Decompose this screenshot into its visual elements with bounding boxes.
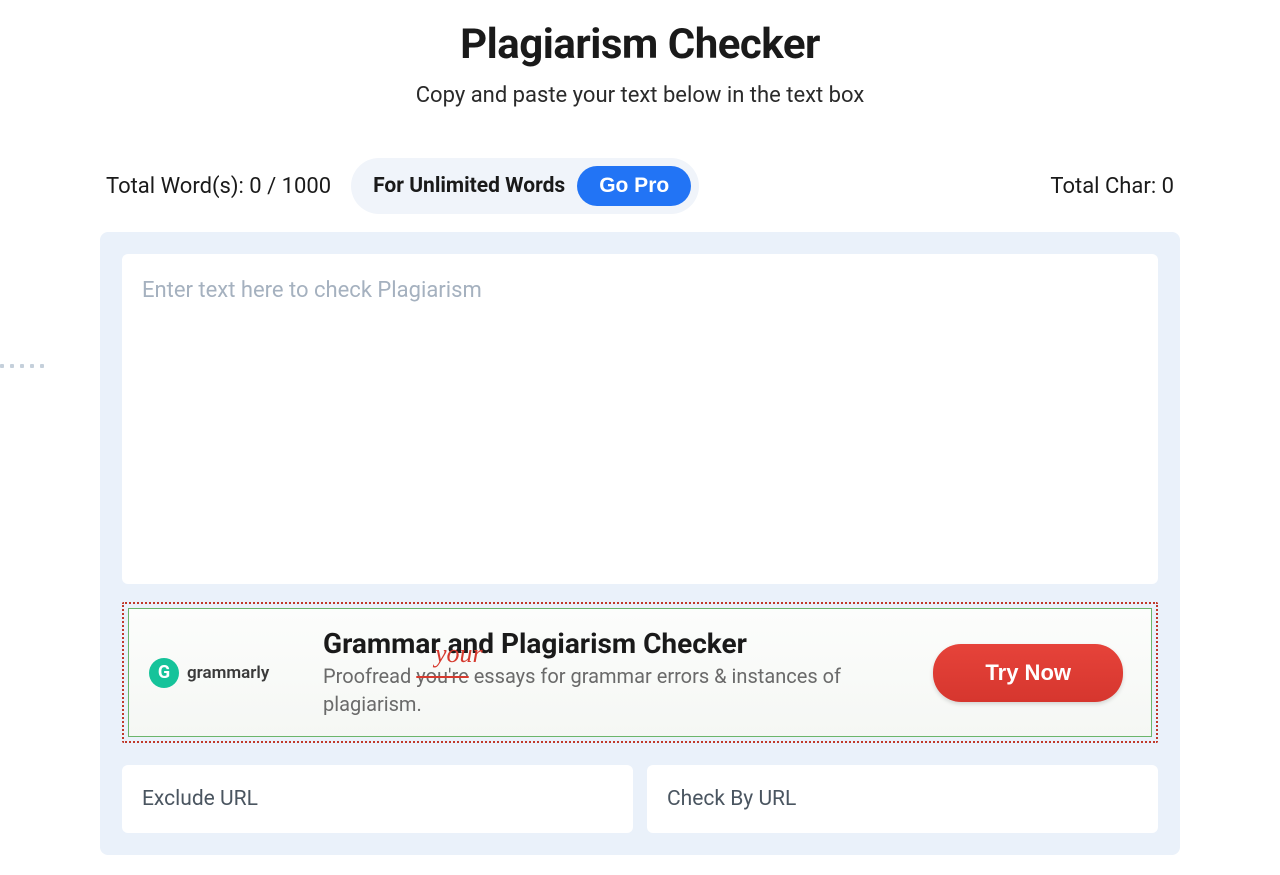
plagiarism-input[interactable]	[122, 254, 1158, 584]
ad-wrapper: G grammarly Grammar and Plagiarism Check…	[122, 602, 1158, 743]
ad-description: your Proofread you're essays for grammar…	[323, 662, 909, 718]
url-input-row	[122, 765, 1158, 833]
ad-desc-prefix: Proofread	[323, 664, 416, 688]
header-section: Plagiarism Checker Copy and paste your t…	[100, 20, 1180, 108]
ad-title: Grammar and Plagiarism Checker	[323, 627, 909, 660]
ad-content: Grammar and Plagiarism Checker your Proo…	[323, 627, 909, 718]
stats-row: Total Word(s): 0 / 1000 For Unlimited Wo…	[100, 158, 1180, 214]
main-panel: G grammarly Grammar and Plagiarism Check…	[100, 232, 1180, 855]
pro-pill: For Unlimited Words Go Pro	[351, 158, 699, 214]
try-now-button[interactable]: Try Now	[933, 644, 1123, 702]
ad-logo-text: grammarly	[187, 663, 269, 683]
char-count: Total Char: 0	[1050, 174, 1174, 199]
pro-label: For Unlimited Words	[373, 174, 565, 198]
ad-banner[interactable]: G grammarly Grammar and Plagiarism Check…	[128, 608, 1152, 737]
go-pro-button[interactable]: Go Pro	[577, 166, 691, 206]
check-by-url-input[interactable]	[647, 765, 1158, 833]
ad-correction-text: your	[435, 636, 483, 672]
decorative-dots	[0, 364, 44, 368]
ad-logo: G grammarly	[149, 658, 299, 688]
grammarly-icon: G	[149, 658, 179, 688]
word-count: Total Word(s): 0 / 1000	[106, 174, 331, 199]
exclude-url-input[interactable]	[122, 765, 633, 833]
page-title: Plagiarism Checker	[100, 20, 1180, 69]
page-subtitle: Copy and paste your text below in the te…	[100, 83, 1180, 108]
